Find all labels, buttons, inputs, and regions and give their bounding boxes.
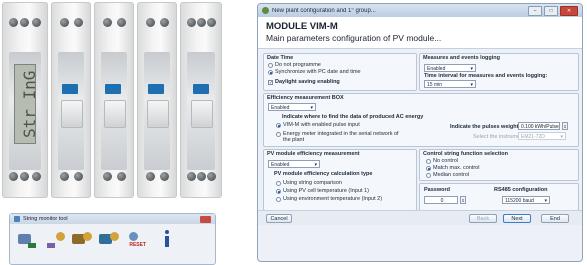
efficiency-box-group: Efficiency measurement BOX Enabled ▾ Indi… bbox=[263, 93, 579, 147]
group-title: Measures and events logging bbox=[423, 55, 501, 61]
date-time-group: Date Time Do not programme Synchronize w… bbox=[263, 53, 417, 91]
toolbar: RESET bbox=[10, 224, 215, 248]
radio-sync-pc[interactable] bbox=[268, 70, 273, 75]
pulse-weight-spinner[interactable]: ⇕ bbox=[562, 122, 568, 130]
top-terminals bbox=[8, 8, 42, 36]
password-rs485-group: Password 0 ⇕ RS485 configuration 115200 … bbox=[419, 183, 579, 211]
title-bar: String monitor tool bbox=[10, 214, 215, 224]
password-input[interactable]: 0 bbox=[424, 196, 458, 204]
end-button[interactable]: End bbox=[541, 214, 569, 223]
group-title: Date Time bbox=[267, 55, 294, 61]
window-title: String monitor tool bbox=[23, 216, 68, 222]
efficiency-status-select[interactable]: Enabled ▾ bbox=[268, 103, 316, 111]
cancel-button[interactable]: Cancel bbox=[266, 214, 292, 223]
bottom-terminals bbox=[8, 162, 42, 190]
string-module bbox=[94, 2, 134, 198]
password-spinner[interactable]: ⇕ bbox=[460, 196, 466, 204]
setup-icon[interactable] bbox=[18, 230, 38, 248]
string-monitor-tool-window: String monitor tool RESET bbox=[9, 213, 216, 265]
close-button[interactable] bbox=[200, 215, 211, 223]
string-module bbox=[180, 2, 222, 198]
radio-environment-temp[interactable] bbox=[276, 197, 281, 202]
daylight-saving-checkbox[interactable]: ✓ bbox=[268, 80, 273, 86]
pv-status-select[interactable]: Enabled ▾ bbox=[268, 160, 320, 168]
minimize-button[interactable]: – bbox=[528, 5, 542, 16]
radio-median[interactable] bbox=[426, 173, 431, 178]
rs485-select[interactable]: 115200 baud ▾ bbox=[502, 196, 550, 204]
group-title: Efficiency measurement BOX bbox=[267, 95, 344, 101]
configuration-dialog: New plant configuration and 1° group... … bbox=[257, 3, 583, 262]
radio-pv-cell-temp[interactable] bbox=[276, 189, 281, 194]
string-module bbox=[51, 2, 91, 198]
group-title: Control string function selection bbox=[423, 151, 508, 157]
pulse-weight-input[interactable]: 0.100 kWh/Pulse bbox=[518, 122, 560, 130]
maximize-button[interactable]: □ bbox=[544, 5, 558, 16]
info-icon[interactable] bbox=[163, 230, 171, 248]
measures-logging-group: Measures and events logging Enabled ▾ Tim… bbox=[419, 53, 579, 91]
pv-efficiency-group: PV module efficiency measurement Enabled… bbox=[263, 149, 417, 211]
radio-vim-pulse[interactable] bbox=[276, 123, 281, 128]
window-title: New plant configuration and 1° group... bbox=[272, 7, 376, 14]
dialog-content: Date Time Do not programme Synchronize w… bbox=[258, 49, 582, 257]
radio-no-control[interactable] bbox=[426, 159, 431, 164]
lcd-display: Str InG bbox=[14, 64, 39, 144]
din-rail-modules-photo: Str InG bbox=[2, 2, 224, 198]
interval-select[interactable]: 15 min ▾ bbox=[424, 80, 476, 88]
page-subtitle: Main parameters configuration of PV modu… bbox=[266, 33, 442, 43]
app-icon bbox=[262, 7, 269, 14]
instrument-select[interactable]: EM21-72D ▾ bbox=[518, 132, 566, 140]
string-module bbox=[137, 2, 177, 198]
control-string-group: Control string function selection No con… bbox=[419, 149, 579, 181]
dialog-footer: Cancel Back Next End bbox=[258, 210, 582, 225]
next-button[interactable]: Next bbox=[503, 214, 531, 223]
radio-match-max[interactable] bbox=[426, 166, 431, 171]
page-title: MODULE VIM-M bbox=[266, 21, 338, 32]
group-title: PV module efficiency measurement bbox=[267, 151, 360, 157]
radio-no-program[interactable] bbox=[268, 63, 273, 68]
vim-m-module: Str InG bbox=[2, 2, 48, 198]
tools-icon[interactable] bbox=[99, 230, 119, 248]
close-button[interactable]: ✕ bbox=[560, 5, 578, 16]
dialog-header: MODULE VIM-M Main parameters configurati… bbox=[258, 17, 582, 49]
radio-energy-meter[interactable] bbox=[276, 132, 281, 137]
app-icon bbox=[14, 216, 20, 222]
tools-icon[interactable] bbox=[72, 230, 92, 248]
graph-icon[interactable] bbox=[45, 230, 65, 248]
reset-icon[interactable]: RESET bbox=[126, 230, 146, 248]
radio-string-comparison[interactable] bbox=[276, 181, 281, 186]
reset-label: RESET bbox=[129, 242, 146, 248]
logging-status-select[interactable]: Enabled ▾ bbox=[424, 64, 476, 72]
back-button[interactable]: Back bbox=[469, 214, 497, 223]
title-bar: New plant configuration and 1° group... … bbox=[258, 4, 582, 17]
